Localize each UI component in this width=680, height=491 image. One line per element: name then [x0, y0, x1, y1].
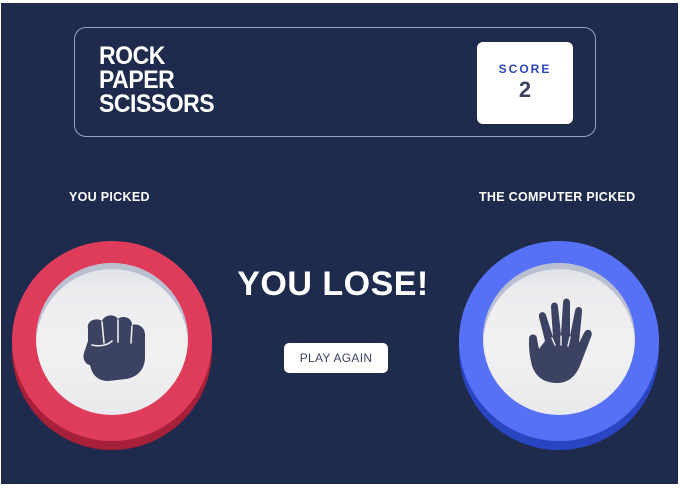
player-rock-chip — [12, 241, 212, 441]
score-value: 2 — [518, 77, 532, 102]
title-line-paper: PAPER — [99, 66, 175, 94]
rock-fist-icon — [83, 315, 146, 381]
score-box: SCORE 2 — [477, 42, 573, 124]
title-line-scissors: SCISSORS — [99, 90, 215, 118]
game-board: ROCK PAPER SCISSORS SCORE 2 YOU PICKED T… — [1, 3, 678, 484]
game-title: ROCK PAPER SCISSORS — [99, 42, 224, 118]
play-again-button[interactable]: PLAY AGAIN — [284, 343, 388, 373]
header-bar: ROCK PAPER SCISSORS SCORE 2 — [74, 27, 596, 137]
score-label: SCORE — [498, 62, 552, 76]
title-line-rock: ROCK — [99, 42, 165, 70]
result-message: YOU LOSE! — [237, 265, 429, 303]
paper-hand-icon — [529, 298, 592, 383]
computer-pick-label: THE COMPUTER PICKED — [479, 190, 636, 204]
player-pick-label: YOU PICKED — [69, 190, 150, 204]
computer-paper-chip — [459, 241, 659, 441]
